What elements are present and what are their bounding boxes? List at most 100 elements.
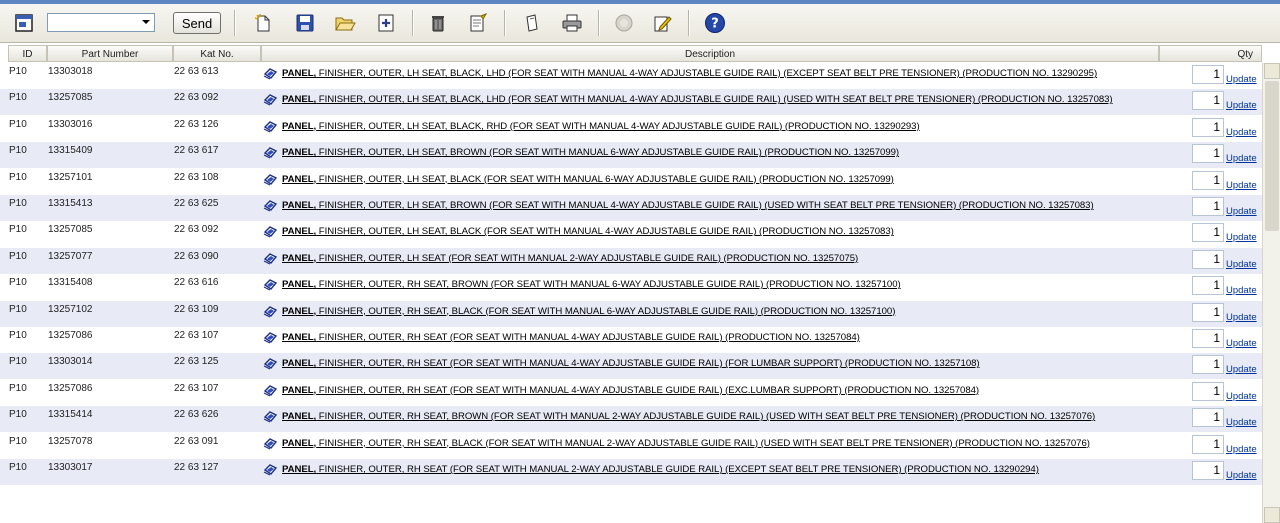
quantity-input[interactable]: 1 <box>1192 144 1224 164</box>
description-link[interactable]: PANEL, FINISHER, OUTER, LH SEAT (FOR SEA… <box>282 253 858 264</box>
row-description[interactable]: PANEL, FINISHER, OUTER, RH SEAT (FOR SEA… <box>263 463 1039 476</box>
quantity-input[interactable]: 1 <box>1192 65 1224 84</box>
part-info-icon[interactable] <box>263 225 278 238</box>
quantity-input[interactable]: 1 <box>1192 381 1224 401</box>
quantity-input[interactable]: 1 <box>1192 91 1224 111</box>
description-link[interactable]: PANEL, FINISHER, OUTER, RH SEAT (FOR SEA… <box>282 332 860 343</box>
quantity-input[interactable]: 1 <box>1192 117 1224 137</box>
part-info-icon[interactable] <box>263 93 278 106</box>
column-header-qty[interactable]: Qty <box>1159 45 1262 62</box>
send-button[interactable]: Send <box>173 12 221 34</box>
new-document-icon[interactable] <box>249 9 277 37</box>
update-link[interactable]: Update <box>1226 417 1257 428</box>
part-info-icon[interactable] <box>263 357 278 370</box>
row-description[interactable]: PANEL, FINISHER, OUTER, LH SEAT, BLACK, … <box>263 93 1113 106</box>
part-info-icon[interactable] <box>263 305 278 318</box>
quantity-input[interactable]: 1 <box>1192 434 1224 454</box>
column-header-id[interactable]: ID <box>8 45 47 62</box>
open-folder-icon[interactable] <box>331 9 359 37</box>
quantity-input[interactable]: 1 <box>1192 461 1224 480</box>
update-link[interactable]: Update <box>1226 285 1257 296</box>
help-icon[interactable]: ? <box>701 9 729 37</box>
description-link[interactable]: PANEL, FINISHER, OUTER, RH SEAT (FOR SEA… <box>282 358 980 369</box>
edit-pencil-icon[interactable] <box>648 9 676 37</box>
quantity-input[interactable]: 1 <box>1192 408 1224 428</box>
description-link[interactable]: PANEL, FINISHER, OUTER, LH SEAT, BLACK (… <box>282 174 894 185</box>
quantity-input[interactable]: 1 <box>1192 223 1224 243</box>
quantity-input[interactable]: 1 <box>1192 329 1224 348</box>
row-description[interactable]: PANEL, FINISHER, OUTER, LH SEAT (FOR SEA… <box>263 252 858 265</box>
bookmark-icon[interactable] <box>518 9 546 37</box>
edit-list-icon[interactable] <box>464 9 492 37</box>
row-description[interactable]: PANEL, FINISHER, OUTER, RH SEAT (FOR SEA… <box>263 357 980 370</box>
add-icon[interactable] <box>372 9 400 37</box>
column-header-part-number[interactable]: Part Number <box>47 45 173 62</box>
scroll-thumb[interactable] <box>1265 81 1279 231</box>
selection-combo[interactable] <box>47 13 155 32</box>
quantity-input[interactable]: 1 <box>1192 302 1224 322</box>
quantity-input[interactable]: 1 <box>1192 170 1224 190</box>
part-info-icon[interactable] <box>263 331 278 344</box>
row-description[interactable]: PANEL, FINISHER, OUTER, RH SEAT, BLACK (… <box>263 305 895 318</box>
row-description[interactable]: PANEL, FINISHER, OUTER, LH SEAT, BLACK (… <box>263 225 894 238</box>
description-link[interactable]: PANEL, FINISHER, OUTER, LH SEAT, BLACK, … <box>282 68 1097 79</box>
row-description[interactable]: PANEL, FINISHER, OUTER, RH SEAT, BROWN (… <box>263 278 901 291</box>
scroll-up-button[interactable] <box>1264 63 1280 79</box>
row-description[interactable]: PANEL, FINISHER, OUTER, RH SEAT (FOR SEA… <box>263 384 979 397</box>
part-info-icon[interactable] <box>263 146 278 159</box>
part-info-icon[interactable] <box>263 120 278 133</box>
update-link[interactable]: Update <box>1226 74 1257 85</box>
part-info-icon[interactable] <box>263 437 278 450</box>
update-link[interactable]: Update <box>1226 259 1257 270</box>
description-link[interactable]: PANEL, FINISHER, OUTER, LH SEAT, BLACK (… <box>282 226 894 237</box>
row-description[interactable]: PANEL, FINISHER, OUTER, LH SEAT, BROWN (… <box>263 146 899 159</box>
description-link[interactable]: PANEL, FINISHER, OUTER, LH SEAT, BROWN (… <box>282 200 1094 211</box>
description-link[interactable]: PANEL, FINISHER, OUTER, RH SEAT, BROWN (… <box>282 279 901 290</box>
description-link[interactable]: PANEL, FINISHER, OUTER, LH SEAT, BLACK, … <box>282 94 1113 105</box>
part-info-icon[interactable] <box>263 410 278 423</box>
description-link[interactable]: PANEL, FINISHER, OUTER, RH SEAT (FOR SEA… <box>282 464 1039 475</box>
row-description[interactable]: PANEL, FINISHER, OUTER, LH SEAT, BLACK, … <box>263 120 920 133</box>
part-info-icon[interactable] <box>263 463 278 476</box>
description-link[interactable]: PANEL, FINISHER, OUTER, RH SEAT, BLACK (… <box>282 438 1090 449</box>
part-info-icon[interactable] <box>263 278 278 291</box>
row-description[interactable]: PANEL, FINISHER, OUTER, LH SEAT, BROWN (… <box>263 199 1094 212</box>
trash-icon[interactable] <box>424 9 452 37</box>
description-link[interactable]: PANEL, FINISHER, OUTER, LH SEAT, BLACK, … <box>282 121 920 132</box>
part-info-icon[interactable] <box>263 252 278 265</box>
row-description[interactable]: PANEL, FINISHER, OUTER, LH SEAT, BLACK, … <box>263 67 1097 80</box>
part-info-icon[interactable] <box>263 384 278 397</box>
update-link[interactable]: Update <box>1226 444 1257 455</box>
update-link[interactable]: Update <box>1226 232 1257 243</box>
row-description[interactable]: PANEL, FINISHER, OUTER, RH SEAT (FOR SEA… <box>263 331 860 344</box>
part-info-icon[interactable] <box>263 173 278 186</box>
description-link[interactable]: PANEL, FINISHER, OUTER, RH SEAT (FOR SEA… <box>282 385 979 396</box>
column-header-kat-no[interactable]: Kat No. <box>173 45 261 62</box>
screen-icon[interactable] <box>10 9 38 37</box>
update-link[interactable]: Update <box>1226 391 1257 402</box>
description-link[interactable]: PANEL, FINISHER, OUTER, RH SEAT, BROWN (… <box>282 411 1095 422</box>
column-header-description[interactable]: Description <box>261 45 1159 62</box>
update-link[interactable]: Update <box>1226 180 1257 191</box>
quantity-input[interactable]: 1 <box>1192 197 1224 216</box>
chevron-down-icon[interactable] <box>142 20 150 24</box>
save-icon[interactable] <box>291 9 319 37</box>
row-description[interactable]: PANEL, FINISHER, OUTER, RH SEAT, BLACK (… <box>263 437 1090 450</box>
scroll-down-button[interactable] <box>1264 507 1280 523</box>
row-description[interactable]: PANEL, FINISHER, OUTER, LH SEAT, BLACK (… <box>263 173 894 186</box>
part-info-icon[interactable] <box>263 67 278 80</box>
update-link[interactable]: Update <box>1226 206 1257 217</box>
quantity-input[interactable]: 1 <box>1192 249 1224 269</box>
part-info-icon[interactable] <box>263 199 278 212</box>
quantity-input[interactable]: 1 <box>1192 355 1224 375</box>
update-link[interactable]: Update <box>1226 153 1257 164</box>
row-description[interactable]: PANEL, FINISHER, OUTER, RH SEAT, BROWN (… <box>263 410 1095 423</box>
update-link[interactable]: Update <box>1226 364 1257 375</box>
vertical-scrollbar[interactable] <box>1262 63 1280 523</box>
update-link[interactable]: Update <box>1226 127 1257 138</box>
description-link[interactable]: PANEL, FINISHER, OUTER, LH SEAT, BROWN (… <box>282 147 899 158</box>
update-link[interactable]: Update <box>1226 338 1257 349</box>
update-link[interactable]: Update <box>1226 100 1257 111</box>
update-link[interactable]: Update <box>1226 312 1257 323</box>
description-link[interactable]: PANEL, FINISHER, OUTER, RH SEAT, BLACK (… <box>282 306 895 317</box>
